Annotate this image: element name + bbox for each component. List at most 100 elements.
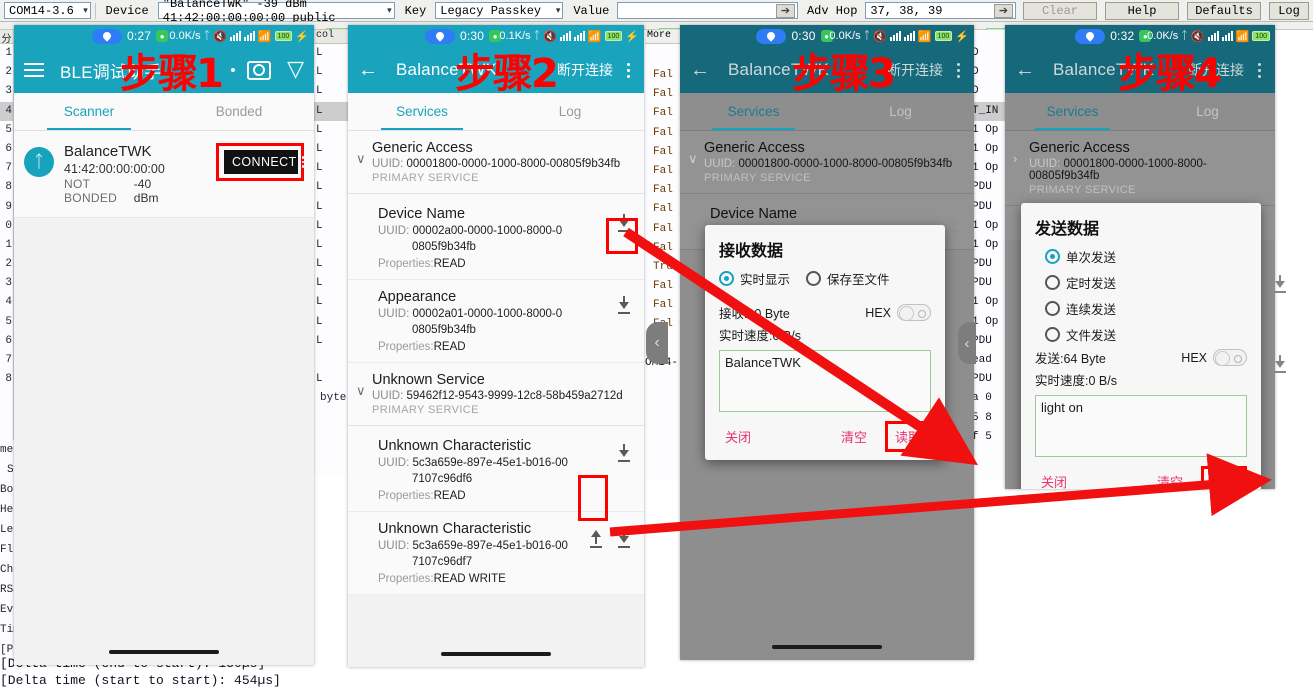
table-row[interactable]: Fal (645, 66, 685, 85)
back-arrow-icon[interactable]: ← (690, 60, 710, 80)
table-row[interactable]: L (314, 313, 349, 332)
log-button[interactable]: Log (1269, 1, 1309, 20)
characteristic-device-name[interactable]: Device Name UUID: 00002a00-0000-1000-800… (348, 194, 644, 281)
help-button[interactable]: Help (1105, 1, 1179, 20)
chevron-down-icon[interactable]: ∨ (688, 151, 698, 167)
clear-button[interactable]: 清空 (1151, 468, 1189, 489)
table-row[interactable]: 2 (0, 63, 13, 82)
table-row[interactable]: 7 (0, 159, 13, 178)
value-input[interactable]: ➔ (617, 2, 798, 19)
table-row[interactable]: Fal (645, 200, 685, 219)
table-row[interactable]: Fal (645, 239, 685, 258)
service-unknown[interactable]: ∨ Unknown Service UUID: 59462f12-9543-99… (348, 363, 644, 427)
table-row[interactable]: Fal (645, 85, 685, 104)
download-arrow-icon[interactable] (616, 444, 632, 463)
table-row[interactable]: 0 (0, 217, 13, 236)
download-arrow-icon[interactable] (616, 530, 632, 549)
chevron-right-icon[interactable]: › (1013, 151, 1017, 166)
back-arrow-icon[interactable]: ← (1015, 60, 1035, 80)
table-row[interactable]: L (314, 121, 349, 140)
disconnect-button[interactable]: 断开连接 (887, 60, 943, 80)
service-generic-access[interactable]: ∨ Generic Access UUID: 00001800-0000-100… (348, 131, 644, 194)
table-row[interactable]: 5 (0, 313, 13, 332)
table-row[interactable]: Fal (645, 162, 685, 181)
table-row[interactable]: Fal (645, 143, 685, 162)
tab-log[interactable]: Log (1140, 93, 1275, 130)
table-row[interactable]: L (314, 370, 349, 389)
table-row[interactable] (314, 351, 349, 370)
table-row[interactable]: L (314, 332, 349, 351)
table-row[interactable]: L (314, 255, 349, 274)
overflow-menu-icon[interactable] (953, 60, 964, 81)
characteristic-appearance[interactable]: Appearance UUID: 00002a01-0000-1000-8000… (348, 280, 644, 364)
table-row[interactable]: L (314, 159, 349, 178)
defaults-button[interactable]: Defaults (1187, 1, 1261, 20)
tab-services[interactable]: Services (348, 93, 496, 130)
table-row[interactable]: L (314, 101, 349, 121)
overflow-menu-icon[interactable] (297, 156, 305, 168)
radio-option-realtime[interactable]: 实时显示 (719, 269, 790, 288)
scan-result-row[interactable]: ᛏ BalanceTWK 41:42:00:00:00:00 NOT BONDE… (14, 131, 314, 218)
menu-icon[interactable] (24, 63, 44, 77)
overflow-menu-icon[interactable] (623, 60, 634, 81)
table-row[interactable]: L (314, 140, 349, 159)
send-textarea[interactable]: light on (1035, 395, 1247, 457)
adv-hop-submit-icon[interactable]: ➔ (994, 3, 1013, 18)
table-row[interactable]: 1 (0, 44, 13, 63)
table-row[interactable]: L (314, 236, 349, 255)
receive-textarea[interactable]: BalanceTWK (719, 350, 931, 412)
tab-log[interactable]: Log (496, 93, 644, 130)
panel-collapse-handle[interactable]: ‹ (646, 322, 668, 364)
table-row[interactable]: Fal (645, 181, 685, 200)
download-arrow-icon[interactable] (1272, 355, 1288, 373)
table-row[interactable]: L (314, 178, 349, 197)
table-row[interactable]: Tru (645, 258, 685, 277)
radio-option-single[interactable]: 单次发送 (1035, 247, 1247, 266)
service-generic-access[interactable]: ∨ Generic Access UUID: 00001800-0000-100… (680, 131, 974, 194)
adv-hop-input[interactable]: 37, 38, 39 ➔ (865, 2, 1016, 19)
download-arrow-icon[interactable] (616, 296, 632, 315)
back-arrow-icon[interactable]: ← (358, 60, 378, 80)
radio-option-save-file[interactable]: 保存至文件 (806, 269, 890, 288)
tab-bonded[interactable]: Bonded (164, 93, 314, 130)
home-indicator[interactable] (772, 645, 882, 649)
table-row[interactable]: 6 (0, 332, 13, 351)
home-indicator[interactable] (441, 652, 551, 656)
table-row[interactable]: 8 (0, 178, 13, 197)
table-row[interactable]: Fal (645, 124, 685, 143)
table-row[interactable]: 3 (0, 274, 13, 293)
table-row[interactable]: 9 (0, 198, 13, 217)
clear-button[interactable]: Clear (1023, 1, 1097, 20)
tab-log[interactable]: Log (827, 93, 974, 130)
tab-services[interactable]: Services (1005, 93, 1140, 130)
overflow-menu-icon[interactable] (1254, 60, 1265, 81)
table-row[interactable]: Fal (645, 104, 685, 123)
table-row[interactable]: Fal (645, 277, 685, 296)
table-row[interactable]: Fal (645, 296, 685, 315)
value-submit-icon[interactable]: ➔ (775, 3, 795, 18)
hex-toggle[interactable] (897, 304, 931, 321)
table-row[interactable]: L (314, 217, 349, 236)
read-button[interactable]: 读取 (884, 421, 931, 452)
table-row[interactable]: L (314, 63, 349, 82)
radio-option-timed[interactable]: 定时发送 (1035, 273, 1247, 292)
filter-icon[interactable]: ▽ (287, 59, 304, 81)
chevron-down-icon[interactable]: ∨ (356, 383, 366, 399)
home-indicator[interactable] (109, 650, 219, 654)
table-row[interactable]: 3 (0, 82, 13, 101)
disconnect-button[interactable]: 断开连接 (557, 60, 613, 80)
hex-toggle[interactable] (1213, 349, 1247, 366)
table-row[interactable]: L (314, 274, 349, 293)
com-port-select[interactable]: COM14-3.6 ▾ (4, 2, 91, 19)
panel-collapse-handle-2[interactable]: ‹ (958, 322, 976, 364)
upload-arrow-icon[interactable] (588, 530, 604, 549)
chevron-down-icon[interactable]: ∨ (356, 151, 366, 167)
table-row[interactable]: 7 (0, 351, 13, 370)
table-row[interactable]: 4 (0, 293, 13, 312)
characteristic-unknown-readwrite[interactable]: Unknown Characteristic UUID: 5c3a659e-89… (348, 512, 644, 596)
device-select[interactable]: "BalanceTWK" -39 dBm 41:42:00:00:00:00 p… (157, 0, 395, 25)
table-row[interactable]: 5 (0, 121, 13, 140)
table-row[interactable]: L (314, 293, 349, 312)
key-select[interactable]: Legacy Passkey ▾ (435, 2, 564, 19)
camera-icon[interactable] (247, 60, 272, 80)
